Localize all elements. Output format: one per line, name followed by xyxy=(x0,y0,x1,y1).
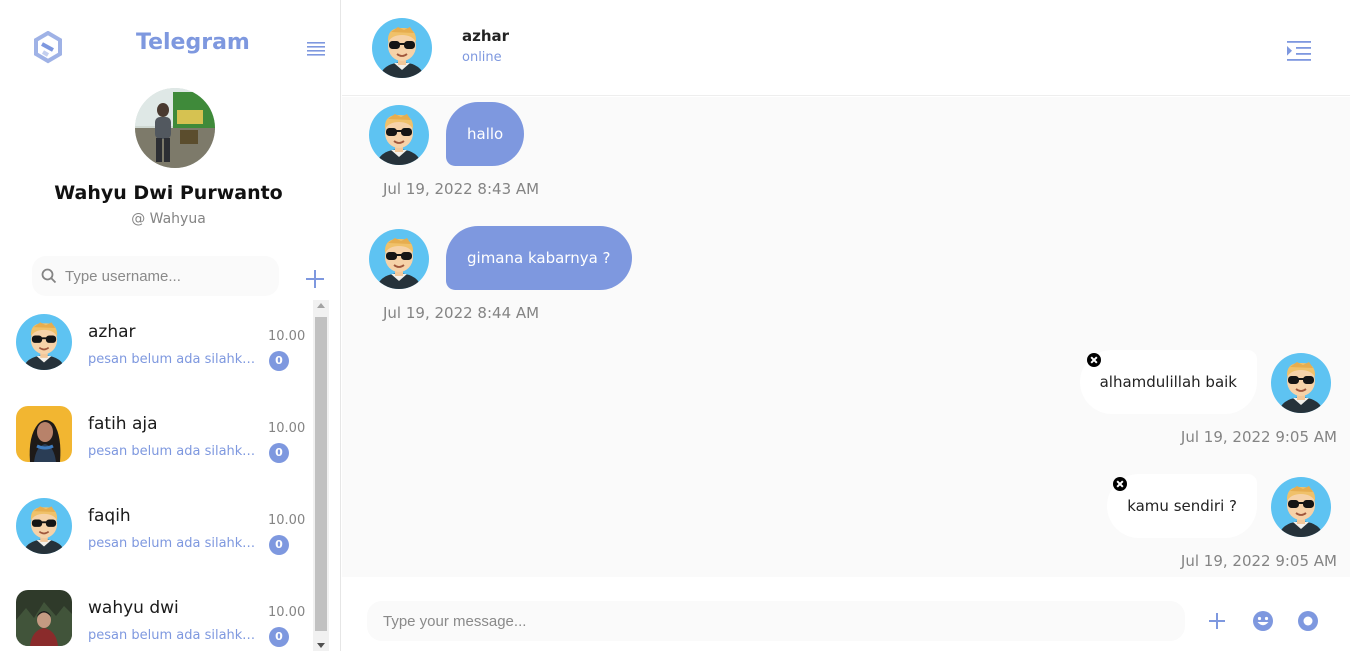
contact-time: 10.00 xyxy=(268,605,306,620)
unread-badge: 0 xyxy=(269,535,289,555)
message-avatar xyxy=(369,105,429,165)
emoji-icon[interactable] xyxy=(1252,610,1274,632)
contact-avatar xyxy=(16,590,72,646)
contact-avatar xyxy=(16,406,72,462)
contact-list: azhar pesan belum ada silahkan kirim pes… xyxy=(0,300,312,651)
message-bubble-outgoing[interactable]: alhamdulillah baik xyxy=(1079,350,1257,414)
contact-item-fatih-aja[interactable]: fatih aja pesan belum ada silahkan kirim… xyxy=(0,392,312,484)
profile-avatar[interactable] xyxy=(135,88,215,168)
app-title: Telegram xyxy=(136,30,250,55)
unread-badge: 0 xyxy=(269,627,289,647)
record-icon[interactable] xyxy=(1297,610,1319,632)
chat-menu-icon[interactable] xyxy=(1286,40,1312,62)
message-area[interactable]: hallo Jul 19, 2022 8:43 AM gimana kabarn… xyxy=(342,97,1350,577)
profile-username: @ Wahyua xyxy=(131,211,206,227)
plus-icon[interactable] xyxy=(304,268,326,290)
chat-partner-status: online xyxy=(462,50,502,65)
scroll-down-arrow[interactable] xyxy=(317,643,325,648)
contact-item-azhar[interactable]: azhar pesan belum ada silahkan kirim pes… xyxy=(0,300,312,392)
unread-badge: 0 xyxy=(269,443,289,463)
message-avatar xyxy=(1271,353,1331,413)
contact-preview: pesan belum ada silahkan kirim pesan xyxy=(88,444,260,459)
chat-header: azhar online xyxy=(342,0,1350,96)
message-bubble-incoming[interactable]: gimana kabarnya ? xyxy=(446,226,632,290)
contact-item-wahyu-dwi[interactable]: wahyu dwi pesan belum ada silahkan kirim… xyxy=(0,576,312,651)
contact-list-scrollbar[interactable] xyxy=(313,300,329,651)
contact-name: wahyu dwi xyxy=(88,598,179,618)
message-avatar xyxy=(1271,477,1331,537)
contact-avatar xyxy=(16,314,72,370)
sidebar: Telegram Wahyu Dwi Purwanto @ Wahyua Typ… xyxy=(0,0,341,651)
message-avatar xyxy=(369,229,429,289)
profile-name: Wahyu Dwi Purwanto xyxy=(54,182,283,204)
search-input[interactable] xyxy=(65,267,265,285)
message-time: Jul 19, 2022 8:44 AM xyxy=(383,304,540,322)
chat-partner-name: azhar xyxy=(462,27,510,45)
contact-preview: pesan belum ada silahkan kirim pesan xyxy=(88,536,260,551)
message-bubble-outgoing[interactable]: kamu sendiri ? xyxy=(1107,474,1257,538)
message-bubble-incoming[interactable]: hallo xyxy=(446,102,525,166)
attach-plus-icon[interactable] xyxy=(1206,610,1228,632)
logo-icon xyxy=(34,31,62,64)
contact-name: faqih xyxy=(88,506,131,526)
contact-item-faqih[interactable]: faqih pesan belum ada silahkan kirim pes… xyxy=(0,484,312,576)
delete-icon[interactable] xyxy=(1087,353,1101,367)
contact-time: 10.00 xyxy=(268,329,306,344)
message-input[interactable] xyxy=(383,601,1173,641)
contact-avatar xyxy=(16,498,72,554)
message-time: Jul 19, 2022 8:43 AM xyxy=(383,180,540,198)
message-time: Jul 19, 2022 9:05 AM xyxy=(1180,428,1337,446)
contact-name: azhar xyxy=(88,322,136,342)
contact-preview: pesan belum ada silahkan kirim pesan xyxy=(88,352,260,367)
contact-preview: pesan belum ada silahkan kirim pesan xyxy=(88,628,260,643)
contact-time: 10.00 xyxy=(268,421,306,436)
scroll-up-arrow[interactable] xyxy=(317,303,325,308)
search-icon xyxy=(41,268,57,284)
contact-time: 10.00 xyxy=(268,513,306,528)
contact-name: fatih aja xyxy=(88,414,158,434)
chat-partner-avatar[interactable] xyxy=(372,18,432,78)
delete-icon[interactable] xyxy=(1113,477,1127,491)
message-time: Jul 19, 2022 9:05 AM xyxy=(1180,552,1337,570)
search-box[interactable] xyxy=(32,256,279,296)
scroll-thumb[interactable] xyxy=(315,317,327,631)
menu-icon[interactable] xyxy=(306,40,326,56)
message-composer xyxy=(342,577,1350,651)
unread-badge: 0 xyxy=(269,351,289,371)
message-input-wrapper[interactable] xyxy=(367,601,1185,641)
